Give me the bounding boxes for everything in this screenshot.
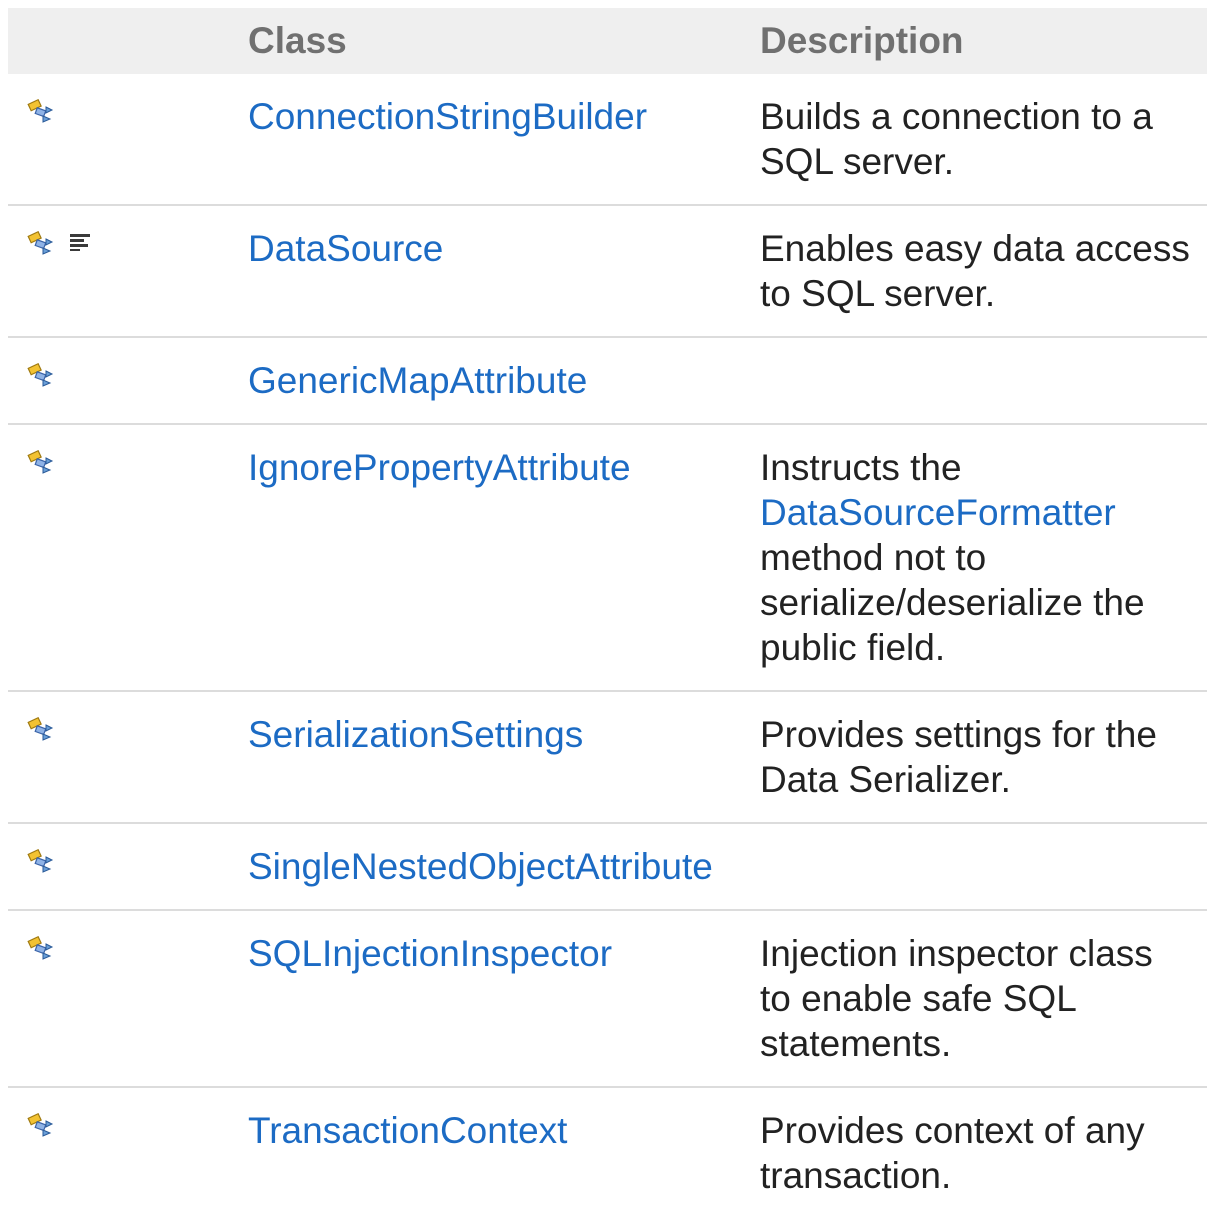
class-name-cell: ConnectionStringBuilder (226, 74, 738, 205)
class-link[interactable]: SQLInjectionInspector (248, 933, 612, 974)
icon-cell (8, 910, 226, 1087)
public-class-icon (26, 936, 56, 960)
public-class-icon (26, 1113, 56, 1137)
class-name-cell: TransactionContext (226, 1087, 738, 1218)
public-class-icon (26, 363, 56, 387)
table-row: SerializationSettings Provides settings … (8, 691, 1207, 823)
class-name-cell: GenericMapAttribute (226, 337, 738, 424)
class-name-cell: IgnorePropertyAttribute (226, 424, 738, 691)
description-text: method not to serialize/deserialize the … (760, 537, 1145, 668)
class-link[interactable]: IgnorePropertyAttribute (248, 447, 631, 488)
static-member-icon (68, 231, 98, 255)
class-link[interactable]: SerializationSettings (248, 714, 583, 755)
class-name-cell: SingleNestedObjectAttribute (226, 823, 738, 910)
class-list-page: Class Description ConnectionStringBuilde… (0, 0, 1207, 1218)
icon-cell (8, 1087, 226, 1218)
class-link[interactable]: TransactionContext (248, 1110, 567, 1151)
public-class-icon (26, 717, 56, 741)
description-cell (738, 823, 1207, 910)
class-table: Class Description ConnectionStringBuilde… (8, 8, 1207, 1218)
table-row: TransactionContext Provides context of a… (8, 1087, 1207, 1218)
class-link[interactable]: SingleNestedObjectAttribute (248, 846, 713, 887)
description-cell: Enables easy data access to SQL server. (760, 228, 1190, 314)
description-cell: Builds a connection to a SQL server. (760, 96, 1153, 182)
icon-cell (8, 424, 226, 691)
table-row: DataSource Enables easy data access to S… (8, 205, 1207, 337)
class-link[interactable]: GenericMapAttribute (248, 360, 587, 401)
public-class-icon (26, 231, 56, 255)
public-class-icon (26, 849, 56, 873)
table-row: IgnorePropertyAttribute Instructs the Dat… (8, 424, 1207, 691)
description-cell: Provides settings for the Data Serialize… (760, 714, 1157, 800)
public-class-icon (26, 99, 56, 123)
description-text: Instructs the (760, 447, 962, 488)
class-name-cell: SerializationSettings (226, 691, 738, 823)
class-name-cell: SQLInjectionInspector (226, 910, 738, 1087)
table-header-row: Class Description (8, 8, 1207, 74)
table-row: SQLInjectionInspector Injection inspecto… (8, 910, 1207, 1087)
icon-cell (8, 337, 226, 424)
description-cell (738, 337, 1207, 424)
public-class-icon (26, 450, 56, 474)
table-row: ConnectionStringBuilder Builds a connect… (8, 74, 1207, 205)
icon-cell (8, 823, 226, 910)
description-column-header: Description (760, 20, 964, 61)
description-cell: Injection inspector class to enable safe… (760, 933, 1153, 1064)
table-row: SingleNestedObjectAttribute (8, 823, 1207, 910)
description-cell: Provides context of any transaction. (760, 1110, 1145, 1196)
icon-cell (8, 691, 226, 823)
description-link[interactable]: DataSourceFormatter (760, 492, 1116, 533)
icon-cell (8, 205, 226, 337)
icon-cell (8, 74, 226, 205)
table-row: GenericMapAttribute (8, 337, 1207, 424)
class-link[interactable]: DataSource (248, 228, 443, 269)
class-name-cell: DataSource (226, 205, 738, 337)
description-cell: Instructs the DataSourceFormatter method n… (738, 424, 1207, 691)
icon-column-header (8, 8, 226, 74)
class-column-header: Class (248, 20, 347, 61)
class-link[interactable]: ConnectionStringBuilder (248, 96, 647, 137)
